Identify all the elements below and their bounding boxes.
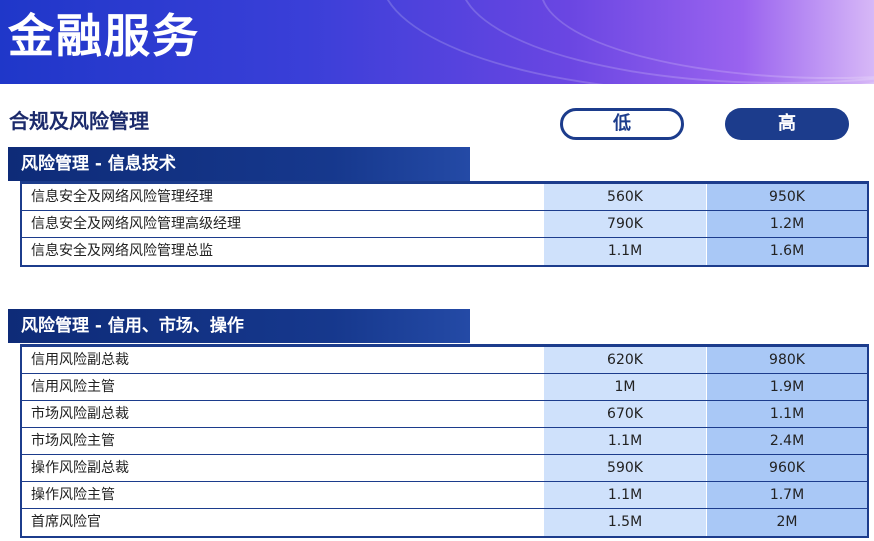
section-subtitle: 合规及风险管理 — [9, 109, 149, 133]
salary-table: 信用风险副总裁 620K 980K 信用风险主管 1M 1.9M 市场风险副总裁… — [20, 344, 869, 538]
low-salary-cell: 1.5M — [544, 509, 707, 536]
low-salary-cell: 560K — [544, 184, 707, 210]
table-row: 市场风险主管 1.1M 2.4M — [22, 428, 867, 455]
table-row: 信息安全及网络风险管理总监 1.1M 1.6M — [22, 238, 867, 265]
low-salary-cell: 790K — [544, 211, 707, 237]
role-cell: 操作风险副总裁 — [31, 460, 129, 476]
high-salary-cell: 1.9M — [707, 374, 867, 400]
low-salary-cell: 590K — [544, 455, 707, 481]
table-row: 市场风险副总裁 670K 1.1M — [22, 401, 867, 428]
table-row: 首席风险官 1.5M 2M — [22, 509, 867, 536]
page-title: 金融服务 — [8, 9, 200, 63]
high-salary-cell: 2M — [707, 509, 867, 536]
high-salary-cell: 1.6M — [707, 238, 867, 265]
low-salary-cell: 670K — [544, 401, 707, 427]
role-cell: 信息安全及网络风险管理高级经理 — [31, 216, 241, 232]
role-cell: 信用风险副总裁 — [31, 352, 129, 368]
salary-section-credit-market-ops: 风险管理 - 信用、市场、操作 信用风险副总裁 620K 980K 信用风险主管… — [8, 309, 869, 539]
low-salary-cell: 1M — [544, 374, 707, 400]
low-salary-cell: 1.1M — [544, 238, 707, 265]
table-row: 操作风险主管 1.1M 1.7M — [22, 482, 867, 509]
low-salary-cell: 620K — [544, 347, 707, 373]
section-header: 风险管理 - 信息技术 — [8, 147, 470, 181]
salary-table: 信息安全及网络风险管理经理 560K 950K 信息安全及网络风险管理高级经理 … — [20, 181, 869, 267]
high-salary-cell: 2.4M — [707, 428, 867, 454]
table-row: 信用风险主管 1M 1.9M — [22, 374, 867, 401]
high-salary-cell: 960K — [707, 455, 867, 481]
high-salary-pill: 高 — [725, 108, 849, 140]
high-salary-cell: 1.7M — [707, 482, 867, 508]
table-row: 操作风险副总裁 590K 960K — [22, 455, 867, 482]
role-cell: 操作风险主管 — [31, 487, 115, 503]
low-salary-cell: 1.1M — [544, 428, 707, 454]
high-salary-cell: 980K — [707, 347, 867, 373]
role-cell: 信息安全及网络风险管理总监 — [31, 243, 213, 259]
table-row: 信息安全及网络风险管理高级经理 790K 1.2M — [22, 211, 867, 238]
table-row: 信息安全及网络风险管理经理 560K 950K — [22, 184, 867, 211]
role-cell: 市场风险主管 — [31, 433, 115, 449]
high-salary-cell: 1.2M — [707, 211, 867, 237]
table-row: 信用风险副总裁 620K 980K — [22, 347, 867, 374]
salary-section-it-risk: 风险管理 - 信息技术 信息安全及网络风险管理经理 560K 950K 信息安全… — [8, 147, 869, 269]
low-salary-pill: 低 — [560, 108, 684, 140]
role-cell: 首席风险官 — [31, 514, 101, 530]
high-salary-cell: 1.1M — [707, 401, 867, 427]
role-cell: 信息安全及网络风险管理经理 — [31, 189, 213, 205]
role-cell: 信用风险主管 — [31, 379, 115, 395]
section-header: 风险管理 - 信用、市场、操作 — [8, 309, 470, 343]
header-banner: 金融服务 — [0, 0, 874, 84]
high-salary-cell: 950K — [707, 184, 867, 210]
role-cell: 市场风险副总裁 — [31, 406, 129, 422]
low-salary-cell: 1.1M — [544, 482, 707, 508]
